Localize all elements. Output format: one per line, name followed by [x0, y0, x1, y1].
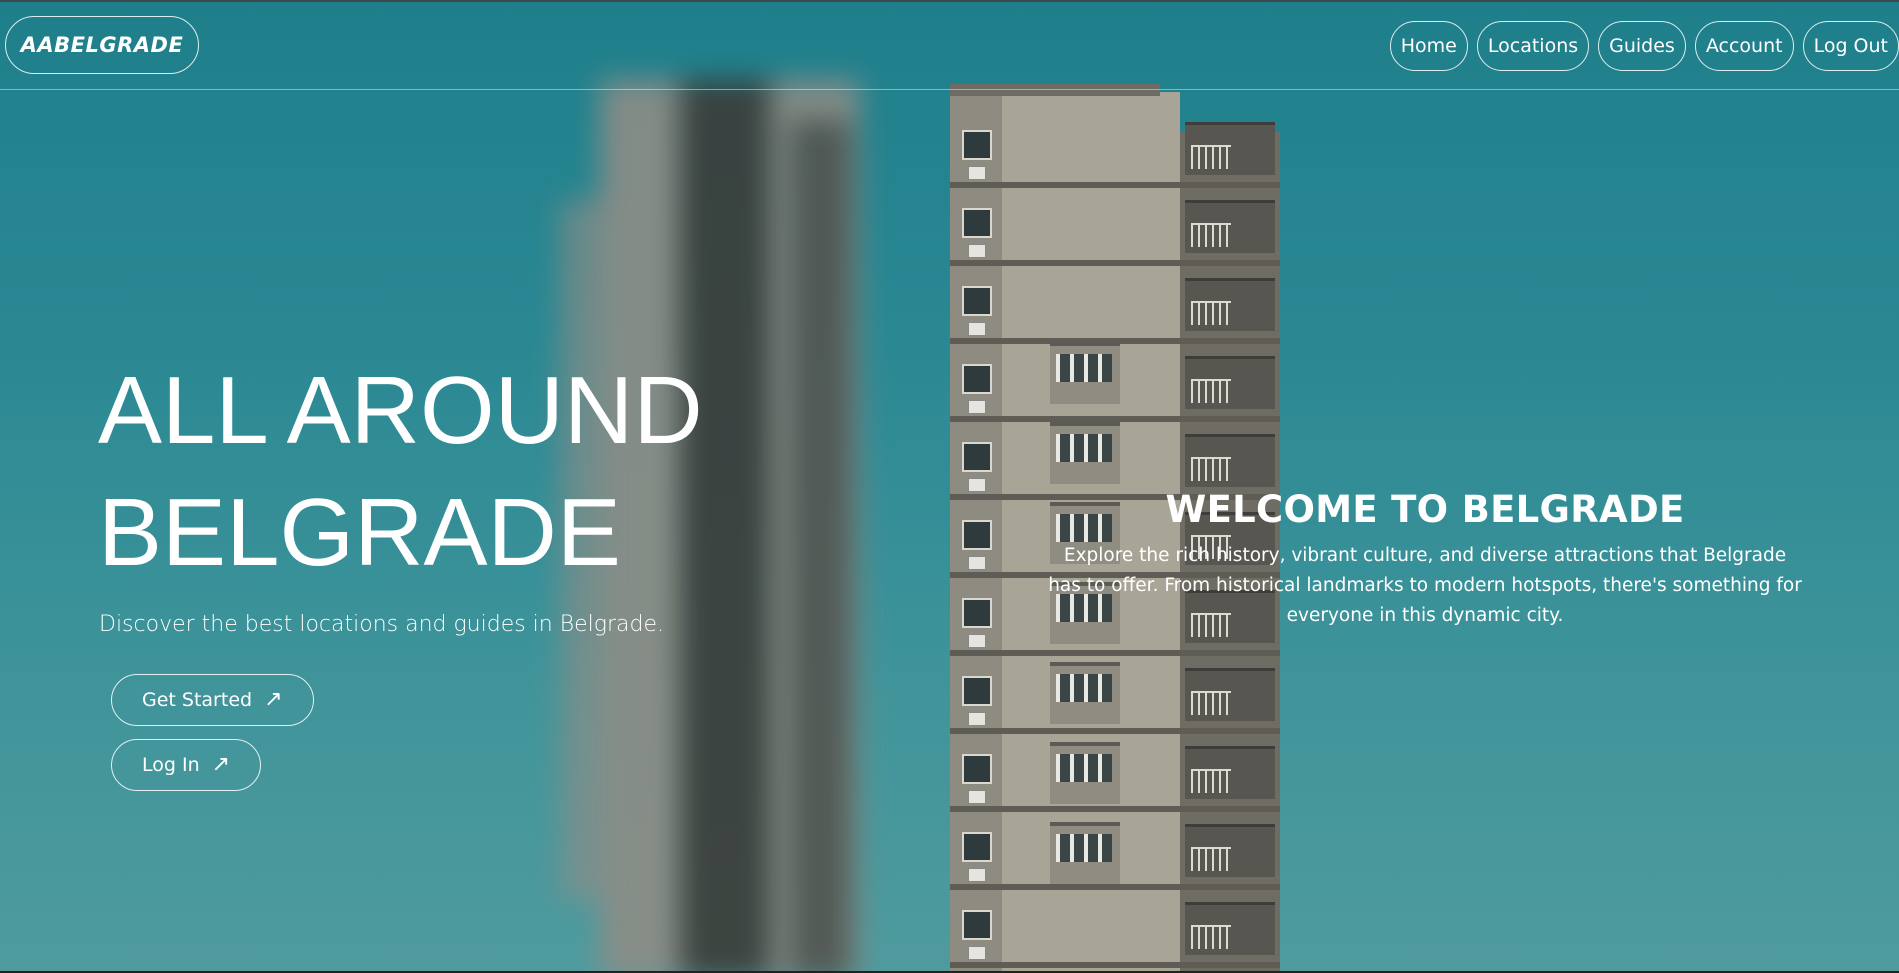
site-logo[interactable]: AABELGRADE — [5, 16, 199, 74]
get-started-button[interactable]: Get Started ↗ — [111, 674, 314, 726]
site-header: AABELGRADE Home Locations Guides Account… — [0, 2, 1899, 90]
nav-log-out[interactable]: Log Out — [1802, 21, 1899, 71]
log-in-button[interactable]: Log In ↗ — [111, 739, 262, 791]
get-started-label: Get Started — [142, 689, 253, 711]
nav-locations[interactable]: Locations — [1476, 21, 1590, 71]
welcome-title: WELCOME TO BELGRADE — [1165, 488, 1685, 531]
arrow-up-right-icon: ↗ — [211, 752, 231, 777]
landing-page: AABELGRADE Home Locations Guides Account… — [0, 0, 1899, 973]
hero-title-line1: ALL AROUND — [98, 357, 703, 464]
log-in-label: Log In — [142, 754, 200, 776]
nav-guides[interactable]: Guides — [1598, 21, 1686, 71]
hero-title: ALL AROUND BELGRADE — [98, 350, 798, 594]
welcome-section: WELCOME TO BELGRADE Explore the rich his… — [1045, 488, 1805, 631]
main-nav: Home Locations Guides Account Log Out — [1389, 21, 1899, 71]
nav-home[interactable]: Home — [1389, 21, 1468, 71]
hero-title-line2: BELGRADE — [98, 479, 621, 586]
hero-subtitle: Discover the best locations and guides i… — [99, 612, 665, 637]
arrow-up-right-icon: ↗ — [264, 687, 283, 712]
welcome-text: Explore the rich history, vibrant cultur… — [1048, 545, 1802, 626]
nav-account[interactable]: Account — [1694, 21, 1794, 71]
